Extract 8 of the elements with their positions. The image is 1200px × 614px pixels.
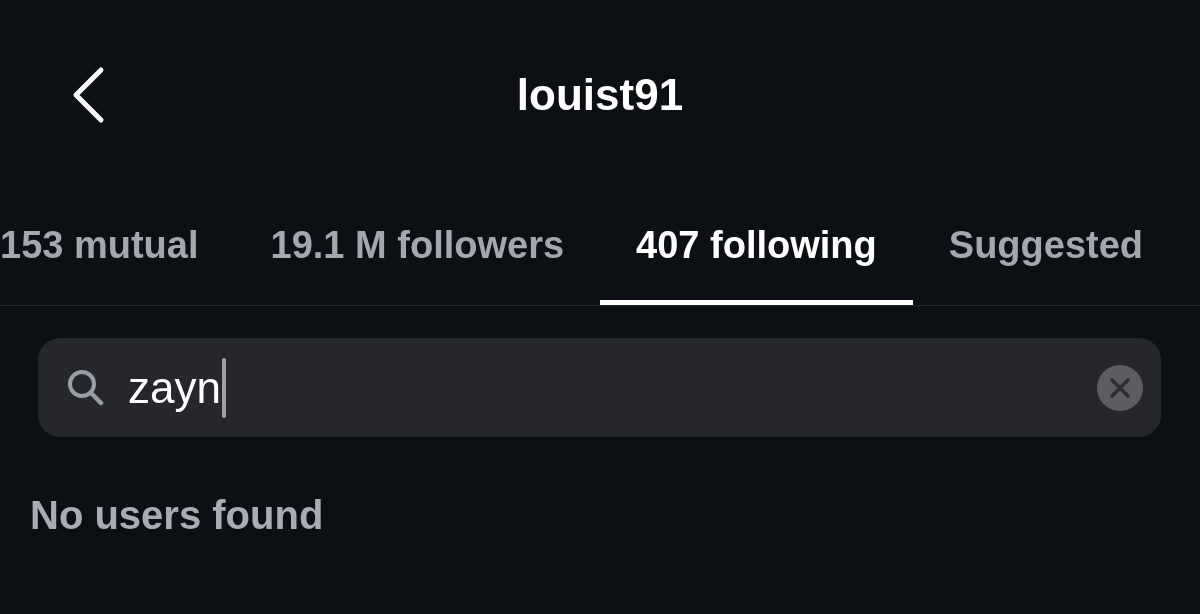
profile-username: louist91 [516, 69, 684, 121]
search-icon [67, 369, 104, 406]
tab[interactable]: 19.1 M followers [234, 190, 601, 305]
close-icon [1110, 377, 1130, 398]
search-field[interactable]: zayn [38, 338, 1161, 437]
tab[interactable]: 153 mutual [0, 190, 235, 305]
empty-state-message: No users found [30, 492, 325, 539]
tab[interactable]: Suggested [912, 190, 1180, 305]
